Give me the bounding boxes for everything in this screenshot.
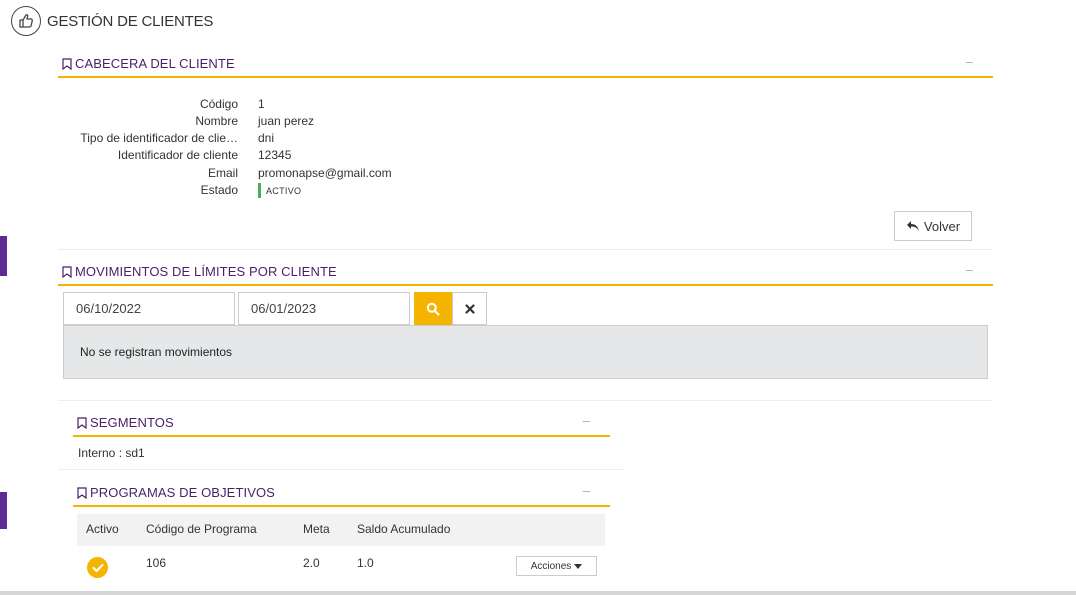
field-row-codigo: Código 1 <box>58 97 558 114</box>
field-row-tipo-identificador: Tipo de identificador de clie… dni <box>58 131 558 148</box>
collapse-button[interactable]: – <box>966 262 973 277</box>
date-from-input[interactable]: 06/10/2022 <box>63 292 235 325</box>
column-header-meta: Meta <box>303 522 330 536</box>
field-label: Estado <box>200 183 238 197</box>
actions-dropdown-button[interactable]: Acciones <box>516 556 597 576</box>
field-row-estado: Estado ACTIVO <box>58 183 558 200</box>
field-value: dni <box>258 131 275 145</box>
field-value: promonapse@gmail.com <box>258 166 392 180</box>
clear-button[interactable] <box>452 292 487 325</box>
field-value: 1 <box>258 97 265 111</box>
divider <box>58 400 993 401</box>
field-row-nombre: Nombre juan perez <box>58 114 558 131</box>
page-title: GESTIÓN DE CLIENTES <box>47 13 214 30</box>
divider <box>58 469 625 470</box>
section-title: PROGRAMAS DE OBJETIVOS <box>90 485 275 500</box>
segment-text: Interno : sd1 <box>78 446 145 460</box>
field-label: Nombre <box>195 114 238 128</box>
field-label: Código <box>199 97 238 111</box>
field-row-identificador: Identificador de cliente 12345 <box>58 148 558 165</box>
bookmark-icon <box>62 57 72 70</box>
back-button[interactable]: Volver <box>894 211 972 241</box>
section-title: CABECERA DEL CLIENTE <box>75 56 235 71</box>
empty-results-box: No se registran movimientos <box>63 325 988 379</box>
status-text: ACTIVO <box>266 185 302 196</box>
actions-label: Acciones <box>530 560 572 572</box>
table-cell-saldo: 1.0 <box>357 556 374 570</box>
left-accent-bar <box>0 492 7 529</box>
section-header-movimientos: MOVIMIENTOS DE LÍMITES POR CLIENTE – <box>58 262 993 286</box>
reply-icon <box>906 221 919 231</box>
status-badge: ACTIVO <box>258 183 301 198</box>
search-button[interactable] <box>414 292 452 325</box>
section-header-segmentos: SEGMENTOS – <box>73 413 610 437</box>
date-to-input[interactable]: 06/01/2023 <box>238 292 410 325</box>
field-row-email: Email promonapse@gmail.com <box>58 166 558 183</box>
back-button-label: Volver <box>923 218 961 234</box>
bookmark-icon <box>62 265 72 278</box>
caret-down-icon <box>574 563 583 569</box>
left-accent-bar <box>0 236 7 276</box>
collapse-button[interactable]: – <box>966 54 973 69</box>
field-value: juan perez <box>258 114 315 128</box>
empty-message: No se registran movimientos <box>80 345 233 359</box>
active-check-icon <box>87 557 108 578</box>
status-indicator <box>258 183 261 198</box>
section-header-programas: PROGRAMAS DE OBJETIVOS – <box>73 483 610 507</box>
column-header-codigo: Código de Programa <box>146 522 257 536</box>
thumbs-up-icon <box>11 6 41 36</box>
table-cell-codigo: 106 <box>146 556 167 570</box>
close-icon <box>464 303 475 314</box>
field-label: Tipo de identificador de clie… <box>80 131 238 145</box>
divider <box>58 249 993 250</box>
table-header: Activo Código de Programa Meta Saldo Acu… <box>77 514 605 546</box>
section-title: MOVIMIENTOS DE LÍMITES POR CLIENTE <box>75 264 337 279</box>
collapse-button[interactable]: – <box>583 413 590 428</box>
field-value: 12345 <box>258 148 292 162</box>
column-header-activo: Activo <box>86 522 119 536</box>
section-title: SEGMENTOS <box>90 415 174 430</box>
bookmark-icon <box>77 416 87 429</box>
table-cell-meta: 2.0 <box>303 556 320 570</box>
column-header-saldo: Saldo Acumulado <box>357 522 451 536</box>
field-label: Identificador de cliente <box>117 148 238 162</box>
bookmark-icon <box>77 486 87 499</box>
search-icon <box>426 302 440 316</box>
collapse-button[interactable]: – <box>583 483 590 498</box>
section-header-cabecera: CABECERA DEL CLIENTE – <box>58 54 993 78</box>
field-label: Email <box>207 166 238 180</box>
bottom-scroll-edge <box>0 591 1076 595</box>
